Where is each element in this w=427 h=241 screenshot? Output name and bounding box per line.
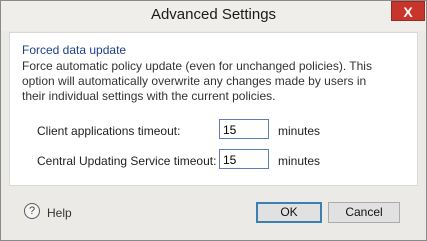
section-description: Force automatic policy update (even for … (22, 59, 372, 103)
client-timeout-input[interactable] (219, 119, 269, 139)
settings-panel: Forced data update Force automatic polic… (9, 32, 418, 186)
client-timeout-unit: minutes (278, 124, 321, 138)
ok-button[interactable]: OK (256, 202, 322, 223)
advanced-settings-dialog: Advanced Settings X Forced data update F… (0, 0, 427, 241)
title-bar[interactable]: Advanced Settings X (1, 1, 426, 31)
close-button[interactable]: X (391, 1, 425, 21)
client-timeout-label: Client applications timeout: (37, 124, 181, 138)
section-title: Forced data update (22, 43, 127, 57)
cancel-button[interactable]: Cancel (328, 202, 400, 223)
cus-timeout-label: Central Updating Service timeout: (37, 154, 217, 168)
window-title: Advanced Settings (150, 6, 277, 23)
help-link[interactable]: Help (47, 206, 72, 220)
cus-timeout-input[interactable] (219, 149, 269, 169)
cus-timeout-unit: minutes (278, 154, 321, 168)
help-icon[interactable]: ? (24, 203, 40, 219)
